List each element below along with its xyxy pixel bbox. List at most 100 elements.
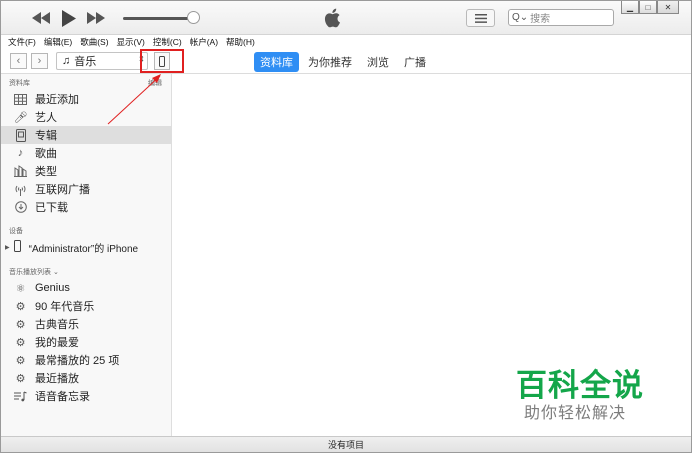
watermark-slogan: 助你轻松解决 <box>524 405 627 422</box>
playlist-item-label: 最常播放的 25 项 <box>35 355 120 367</box>
sidebar-item-albums[interactable]: 专辑 <box>1 126 171 144</box>
list-view-button[interactable] <box>466 9 495 27</box>
radio-antenna-icon <box>13 182 28 197</box>
menu-edit[interactable]: 编辑(E) <box>44 36 72 48</box>
sidebar-item-label: 已下载 <box>35 202 68 214</box>
playlist-item-voice-memos[interactable]: 语音备忘录 <box>1 387 171 405</box>
playlist-item-label: 语音备忘录 <box>35 391 90 403</box>
playlist-item-label: 我的最爱 <box>35 337 79 349</box>
forward-button[interactable]: › <box>31 53 48 69</box>
window-controls: ▁ □ ✕ <box>621 1 679 14</box>
sidebar: 资料库 编辑 最近添加 🎤︎ 艺人 专辑 ♪ 歌曲 类型 互联网广播 已下载 设… <box>1 74 172 436</box>
menu-bar: 文件(F) 编辑(E) 歌曲(S) 显示(V) 控制(C) 帐户(A) 帮助(H… <box>1 35 691 49</box>
playlist-item-top-25[interactable]: ⚙ 最常播放的 25 项 <box>1 351 171 369</box>
minimize-icon: ▁ <box>626 2 634 12</box>
maximize-button[interactable]: □ <box>639 1 657 14</box>
sidebar-item-label: 互联网广播 <box>35 184 90 196</box>
volume-slider[interactable] <box>123 17 193 20</box>
rewind-button[interactable] <box>29 8 53 28</box>
playlist-item-label: Genius <box>35 282 70 294</box>
fast-forward-icon <box>87 12 105 24</box>
gear-icon: ⚙ <box>15 300 26 313</box>
sidebar-item-label: 最近添加 <box>35 94 79 106</box>
album-icon <box>13 128 28 143</box>
chevron-right-icon: › <box>37 55 42 67</box>
music-note-icon: ♪ <box>17 147 24 159</box>
sidebar-item-songs[interactable]: ♪ 歌曲 <box>1 144 171 162</box>
menu-view[interactable]: 显示(V) <box>117 36 145 48</box>
genre-icon <box>13 164 28 179</box>
back-button[interactable]: ‹ <box>10 53 27 69</box>
search-placeholder: 搜索 <box>530 14 551 25</box>
apple-logo-icon <box>324 8 340 28</box>
playlist-icon <box>13 389 28 404</box>
search-icon: Q⌄ <box>512 12 529 23</box>
menu-file[interactable]: 文件(F) <box>8 36 36 48</box>
minimize-button[interactable]: ▁ <box>621 1 639 14</box>
devices-section-title: 设备 <box>9 228 23 235</box>
edit-link[interactable]: 编辑 <box>148 78 162 88</box>
tab-browse[interactable]: 浏览 <box>361 52 395 72</box>
sidebar-item-recently-added[interactable]: 最近添加 <box>1 90 171 108</box>
playlist-item-favorites[interactable]: ⚙ 我的最爱 <box>1 333 171 351</box>
disclosure-triangle-icon[interactable]: ▶ <box>5 244 10 251</box>
microphone-icon: 🎤︎ <box>13 111 28 124</box>
sidebar-item-label: 艺人 <box>35 112 57 124</box>
sidebar-item-label: 歌曲 <box>35 148 57 160</box>
status-bar: 没有项目 <box>1 436 691 452</box>
music-note-icon: ♫ <box>62 55 71 67</box>
gear-icon: ⚙ <box>15 336 26 349</box>
player-bar: Q⌄ 搜索 ▁ □ ✕ <box>1 1 691 35</box>
chevron-down-icon: ⌄ <box>52 269 59 276</box>
play-icon <box>62 9 76 27</box>
playlists-section-title[interactable]: 音乐播放列表 ⌄ <box>9 267 59 277</box>
sidebar-item-label: 类型 <box>35 166 57 178</box>
list-icon <box>474 13 487 23</box>
device-button-highlight <box>140 49 184 73</box>
gear-icon: ⚙ <box>15 372 26 385</box>
playlist-item-label: 90 年代音乐 <box>35 301 95 313</box>
media-type-select[interactable]: ♫ 音乐 ⇕ <box>56 52 148 70</box>
sidebar-item-iphone[interactable]: ▶ “Administrator”的 iPhone <box>1 238 171 256</box>
sidebar-item-internet-radio[interactable]: 互联网广播 <box>1 180 171 198</box>
iphone-icon <box>13 239 21 255</box>
menu-controls[interactable]: 控制(C) <box>153 36 182 48</box>
sidebar-item-downloaded[interactable]: 已下载 <box>1 198 171 216</box>
media-type-label: 音乐 <box>74 56 97 68</box>
volume-knob[interactable] <box>187 11 200 24</box>
fast-forward-button[interactable] <box>84 8 108 28</box>
playlist-item-label: 古典音乐 <box>35 319 79 331</box>
library-section-title: 资料库 <box>9 80 30 87</box>
chevron-left-icon: ‹ <box>16 55 21 67</box>
playlist-item-recently-played[interactable]: ⚙ 最近播放 <box>1 369 171 387</box>
close-button[interactable]: ✕ <box>657 1 679 14</box>
genius-icon: ⚛ <box>15 282 26 295</box>
tab-radio[interactable]: 广播 <box>398 52 432 72</box>
grid-icon <box>13 92 28 107</box>
status-text: 没有项目 <box>327 440 364 450</box>
playlist-item-90s[interactable]: ⚙ 90 年代音乐 <box>1 297 171 315</box>
gear-icon: ⚙ <box>15 354 26 367</box>
close-icon: ✕ <box>664 2 672 12</box>
menu-help[interactable]: 帮助(H) <box>226 36 255 48</box>
device-name: “Administrator”的 iPhone <box>28 243 139 255</box>
play-button[interactable] <box>57 8 81 28</box>
menu-account[interactable]: 帐户(A) <box>190 36 218 48</box>
menu-song[interactable]: 歌曲(S) <box>80 36 108 48</box>
library-tabs: 资料库 为你推荐 浏览 广播 <box>254 52 435 72</box>
maximize-icon: □ <box>645 2 651 12</box>
playlist-item-genius[interactable]: ⚛ Genius <box>1 279 171 297</box>
search-input[interactable]: Q⌄ 搜索 <box>508 9 614 26</box>
playlist-item-label: 最近播放 <box>35 373 79 385</box>
playlist-item-classical[interactable]: ⚙ 古典音乐 <box>1 315 171 333</box>
sidebar-item-genres[interactable]: 类型 <box>1 162 171 180</box>
tab-library[interactable]: 资料库 <box>254 52 299 72</box>
download-icon <box>13 200 28 215</box>
sidebar-item-label: 专辑 <box>35 130 57 142</box>
tab-for-you[interactable]: 为你推荐 <box>302 52 358 72</box>
rewind-icon <box>32 12 50 24</box>
playlists-title-text: 音乐播放列表 <box>9 269 51 276</box>
sidebar-item-artists[interactable]: 🎤︎ 艺人 <box>1 108 171 126</box>
gear-icon: ⚙ <box>15 318 26 331</box>
toolbar: ‹ › ♫ 音乐 ⇕ 资料库 为你推荐 浏览 广播 <box>1 49 691 74</box>
